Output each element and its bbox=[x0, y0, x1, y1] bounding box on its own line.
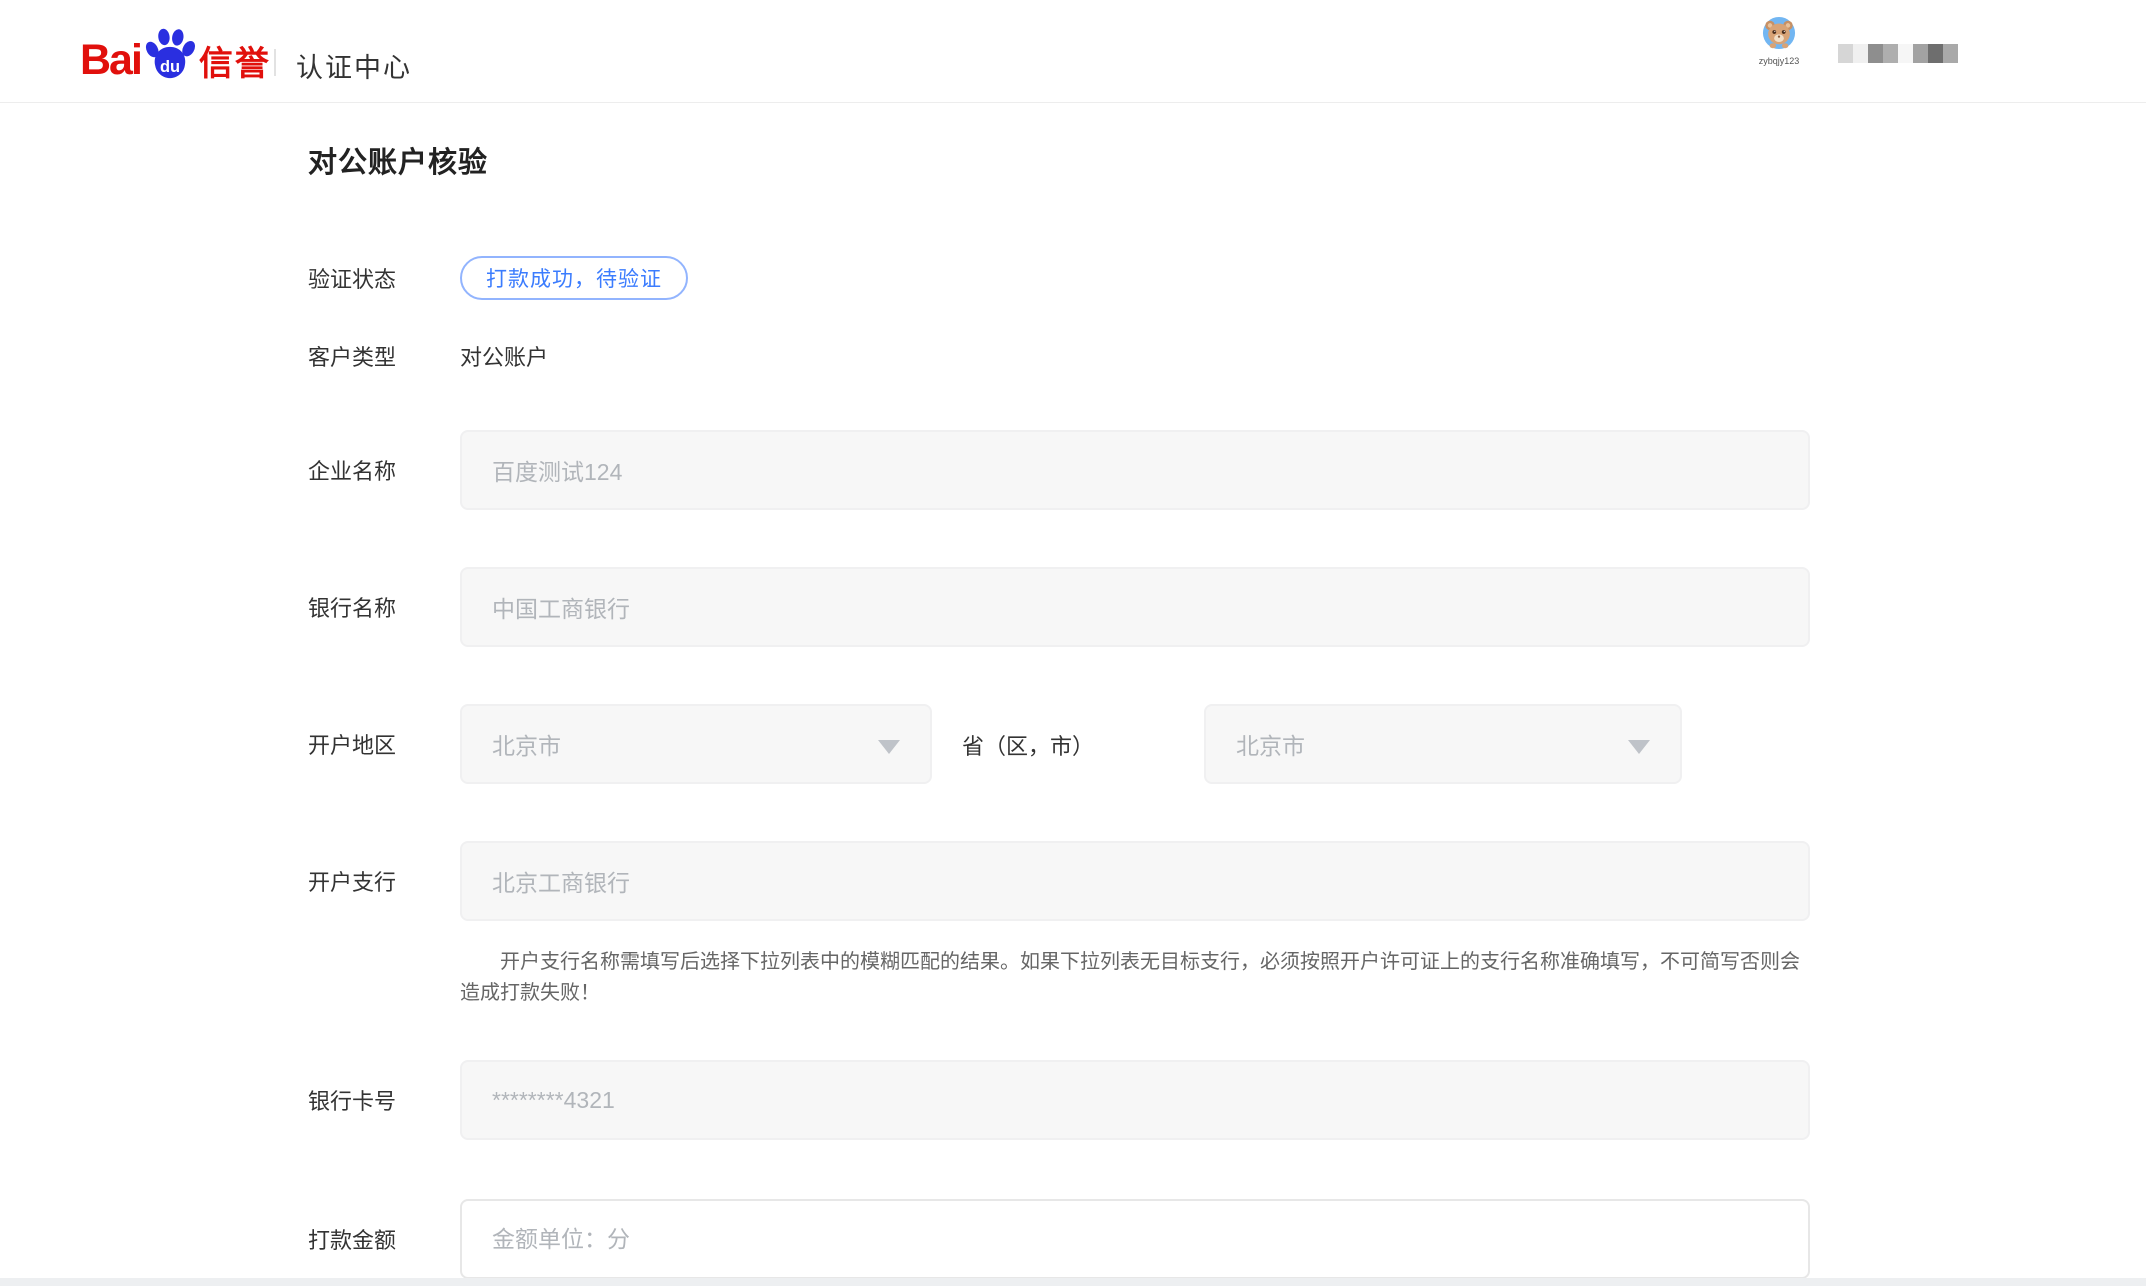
branch-name-input[interactable] bbox=[460, 841, 1810, 921]
customer-type-label: 客户类型 bbox=[308, 340, 460, 372]
payment-amount-input[interactable] bbox=[460, 1199, 1810, 1279]
row-company-name: 企业名称 bbox=[308, 430, 1810, 510]
company-name-label: 企业名称 bbox=[308, 454, 460, 486]
logo-xinyu-text: 信誉 bbox=[199, 48, 271, 80]
redacted-block bbox=[1868, 44, 1883, 63]
card-number-label: 银行卡号 bbox=[308, 1084, 460, 1116]
redacted-block bbox=[1928, 44, 1943, 63]
redacted-block bbox=[1853, 44, 1868, 63]
portal-title: 认证中心 bbox=[296, 46, 412, 85]
header-divider bbox=[274, 49, 276, 76]
row-bank-name: 银行名称 bbox=[308, 567, 1810, 647]
app-header: Bai du 信誉 认证中心 zybqjy bbox=[0, 0, 2146, 103]
region-suffix-label: 省（区，市） bbox=[962, 729, 1094, 761]
redacted-block bbox=[1943, 44, 1958, 63]
chevron-down-icon bbox=[1628, 740, 1650, 754]
page-title: 对公账户核验 bbox=[308, 139, 488, 181]
bank-name-label: 银行名称 bbox=[308, 591, 460, 623]
logo-du-text: du bbox=[160, 58, 180, 76]
status-label: 验证状态 bbox=[308, 262, 460, 294]
redacted-block bbox=[1898, 44, 1913, 63]
row-verification-status: 验证状态 打款成功，待验证 bbox=[308, 256, 688, 300]
province-select[interactable]: 北京市 bbox=[460, 704, 932, 784]
row-customer-type: 客户类型 对公账户 bbox=[308, 340, 548, 372]
province-select-value: 北京市 bbox=[492, 727, 561, 761]
row-branch-name: 开户支行 bbox=[308, 841, 1810, 921]
row-payment-amount: 打款金额 bbox=[308, 1199, 1810, 1279]
branch-hint-text: 开户支行名称需填写后选择下拉列表中的模糊匹配的结果。如果下拉列表无目标支行，必须… bbox=[460, 947, 1812, 1009]
redacted-block bbox=[1883, 44, 1898, 63]
username-label: zybqjy123 bbox=[1756, 56, 1802, 67]
city-select-value: 北京市 bbox=[1236, 727, 1305, 761]
row-account-region: 开户地区 北京市 省（区，市） 北京市 bbox=[308, 704, 1810, 784]
account-region-label: 开户地区 bbox=[308, 728, 460, 760]
status-badge: 打款成功，待验证 bbox=[460, 256, 688, 300]
redacted-user-info bbox=[1838, 44, 1958, 63]
bank-name-input[interactable] bbox=[460, 567, 1810, 647]
company-name-input[interactable] bbox=[460, 430, 1810, 510]
customer-type-value: 对公账户 bbox=[460, 340, 548, 372]
redacted-block bbox=[1913, 44, 1928, 63]
baidu-paw-icon: du bbox=[144, 25, 196, 81]
branch-name-label: 开户支行 bbox=[308, 865, 460, 897]
city-select[interactable]: 北京市 bbox=[1204, 704, 1682, 784]
user-menu[interactable]: zybqjy123 bbox=[1756, 16, 1802, 67]
payment-amount-label: 打款金额 bbox=[308, 1223, 460, 1255]
redacted-block bbox=[1838, 44, 1853, 63]
card-number-input[interactable] bbox=[460, 1060, 1810, 1140]
viewport-bottom-strip bbox=[0, 1278, 2146, 1286]
region-controls: 北京市 省（区，市） 北京市 bbox=[460, 704, 1810, 784]
chevron-down-icon bbox=[878, 740, 900, 754]
row-card-number: 银行卡号 bbox=[308, 1060, 1810, 1140]
baidu-xinyu-logo[interactable]: Bai du 信誉 bbox=[80, 16, 271, 80]
logo-bai-text: Bai bbox=[80, 42, 141, 80]
bear-avatar[interactable] bbox=[1762, 16, 1796, 50]
